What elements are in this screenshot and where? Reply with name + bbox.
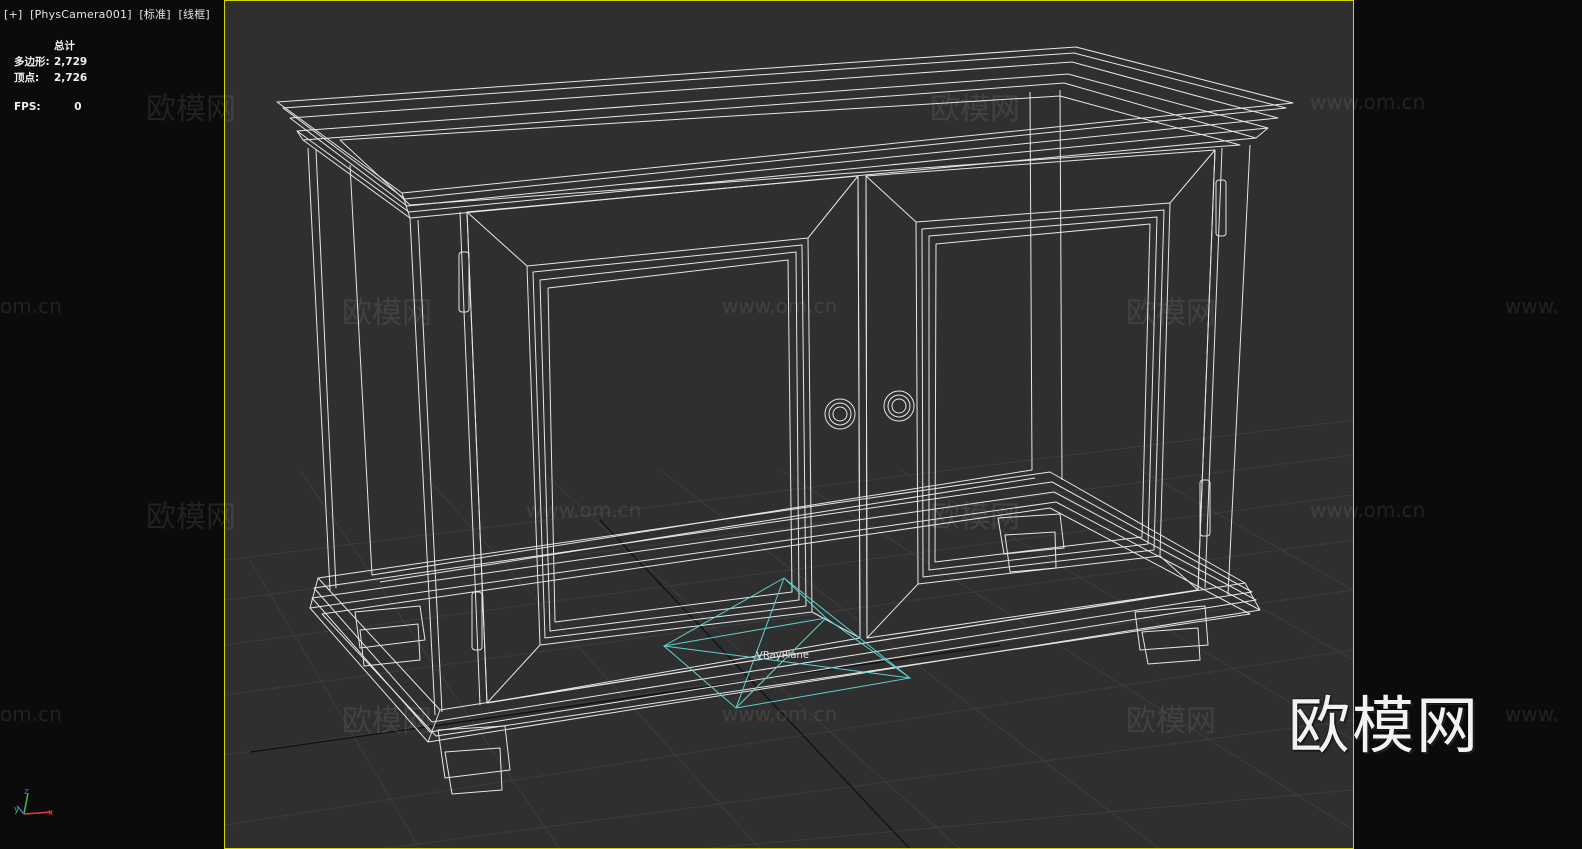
viewport-shading-wireframe-menu[interactable]: [线框] — [179, 8, 210, 21]
watermark-brand: 欧模网 — [930, 500, 1020, 535]
watermark-brand: 欧模网 — [342, 296, 432, 331]
axis-x-label: x — [48, 808, 54, 818]
viewport-label-menu: [+] [PhysCamera001] [标准] [线框] — [4, 6, 214, 22]
stats-header: 总计 — [54, 40, 75, 52]
brand-watermark-logo: 欧模网 — [1288, 689, 1481, 762]
stats-verts-value: 2,726 — [54, 72, 88, 84]
watermark-url: www.om.cn — [526, 498, 642, 522]
watermark-url: www.om.cn — [722, 294, 838, 318]
watermark-url: www.om.cn — [1310, 498, 1426, 522]
watermark-brand: 欧模网 — [342, 704, 432, 739]
viewport-statistics: 总计 多边形: 2,729 顶点: 2,726 — [14, 38, 87, 86]
watermark-url: om.cn — [0, 702, 62, 726]
stats-polys-value: 2,729 — [54, 56, 88, 68]
watermark-url: www.om.cn — [1310, 90, 1426, 114]
axis-tripod: z x y — [14, 787, 54, 818]
ground-grid — [225, 419, 1353, 848]
fps-readout: FPS: 0 — [14, 101, 82, 113]
watermark-url: www. — [1505, 702, 1559, 726]
cabinet-wireframe — [276, 46, 1294, 795]
watermark-brand: 欧模网 — [146, 500, 236, 535]
watermark-brand: 欧模网 — [930, 92, 1020, 127]
watermark-brand: 欧模网 — [1126, 704, 1216, 739]
watermark-url: www. — [1505, 294, 1559, 318]
viewport-plus-menu[interactable]: [+] — [4, 8, 22, 21]
fps-value: 0 — [74, 101, 82, 113]
viewport-shading-standard-menu[interactable]: [标准] — [139, 8, 170, 21]
axis-y-label: y — [14, 805, 20, 815]
watermark-url: www.om.cn — [722, 702, 838, 726]
viewport-camera-menu[interactable]: [PhysCamera001] — [30, 8, 132, 21]
stats-polys-label: 多边形: — [14, 56, 50, 68]
stats-verts-label: 顶点: — [14, 72, 40, 84]
axis-z-label: z — [24, 787, 29, 797]
grid-axes — [249, 519, 1001, 848]
watermark-brand: 欧模网 — [1126, 296, 1216, 331]
watermark-brand: 欧模网 — [146, 92, 236, 127]
fps-label: FPS: — [14, 101, 41, 113]
watermark-url: om.cn — [0, 294, 62, 318]
vray-plane-label: VRayPlane — [756, 650, 809, 661]
